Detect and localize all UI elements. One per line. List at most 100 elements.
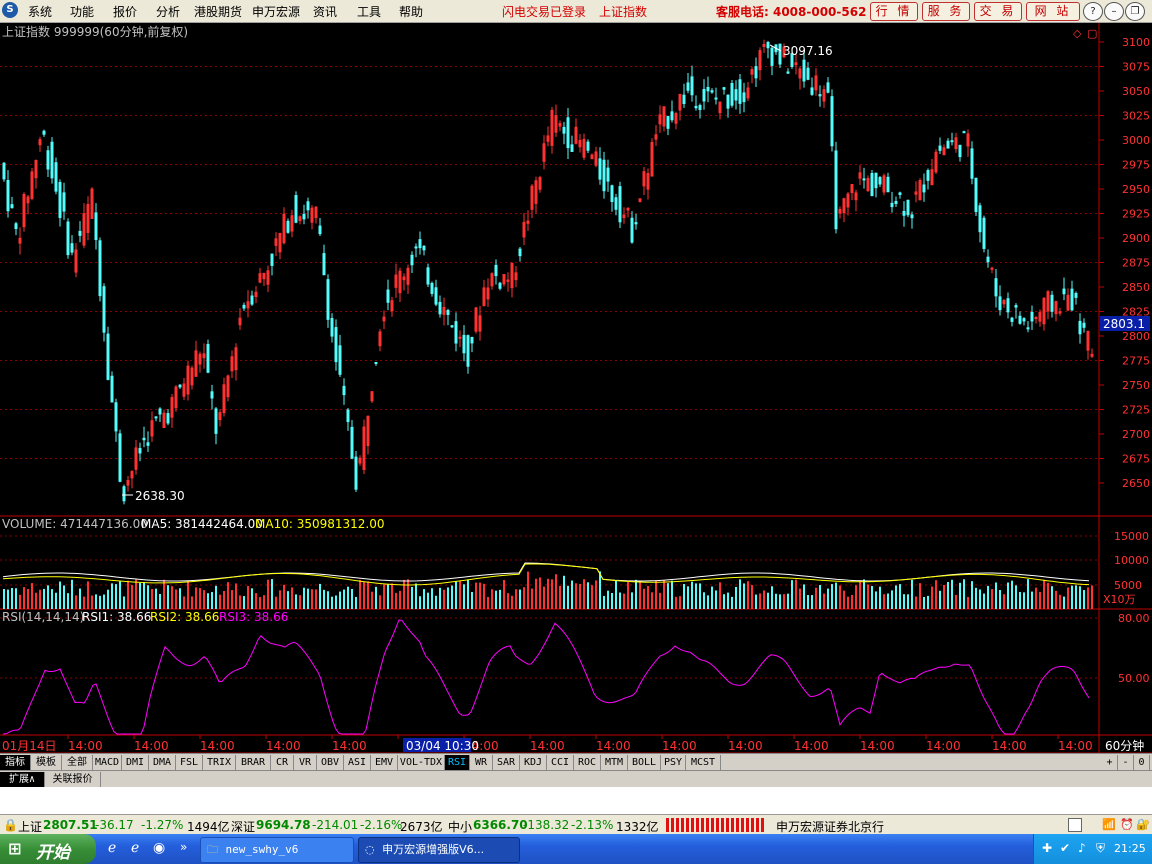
service-button[interactable]: 服 务 [922, 2, 970, 21]
tab-macd[interactable]: MACD [93, 755, 122, 770]
quotes-button[interactable]: 行 情 [870, 2, 918, 21]
menu-hk-futures[interactable]: 港股期货 [194, 3, 242, 20]
candle-body [122, 486, 126, 502]
menu-quote[interactable]: 报价 [113, 3, 137, 20]
candle-body [70, 243, 74, 253]
minimize-icon[interactable]: – [1104, 2, 1124, 21]
candle-body [570, 144, 574, 152]
restore-icon[interactable]: ❐ [1125, 2, 1145, 21]
candle-body [614, 197, 618, 210]
start-button[interactable]: ⊞ 开始 [0, 834, 96, 864]
candle-body [1050, 294, 1054, 312]
sh-value[interactable]: 2807.51 [43, 818, 98, 832]
help-circle-icon[interactable]: ? [1083, 2, 1103, 21]
task-trading-label: 申万宏源增强版V6... [382, 843, 485, 856]
browser-icon[interactable]: ◉ [153, 840, 165, 856]
candle-body [734, 89, 738, 101]
tab-vr[interactable]: VR [294, 755, 317, 770]
collapse-diamond-icon[interactable]: ◇ [1073, 27, 1082, 40]
tray-flag-icon[interactable]: ✚ [1042, 841, 1052, 855]
tab-cci[interactable]: CCI [547, 755, 574, 770]
index-link[interactable]: 上证指数 [599, 3, 647, 20]
candle-body [118, 433, 122, 482]
panel-toggle-icon[interactable] [1068, 818, 1082, 832]
lock-small-icon[interactable]: 🔐 [1136, 818, 1150, 831]
candle-body [974, 177, 978, 213]
period-label[interactable]: 60分钟 [1105, 738, 1144, 753]
candle-body [354, 456, 358, 490]
tab-wr[interactable]: WR [470, 755, 493, 770]
tab-dmi[interactable]: DMI [122, 755, 149, 770]
menu-analysis[interactable]: 分析 [156, 3, 180, 20]
menu-shenwan[interactable]: 申万宏源 [252, 3, 300, 20]
menu-news[interactable]: 资讯 [313, 3, 337, 20]
menu-function[interactable]: 功能 [70, 3, 94, 20]
trade-button[interactable]: 交 易 [974, 2, 1022, 21]
panel-control-2[interactable]: 0 [1134, 755, 1150, 770]
candle-body [898, 192, 902, 195]
extension-tabbar: 扩展∧ 关联报价 [0, 770, 1152, 788]
candle-body [342, 385, 346, 396]
tab-dma[interactable]: DMA [149, 755, 176, 770]
candle-body [62, 192, 66, 212]
tab-emv[interactable]: EMV [371, 755, 398, 770]
candle-body [610, 185, 614, 202]
ie2-icon[interactable]: ℯ [131, 840, 139, 856]
tab-obv[interactable]: OBV [317, 755, 344, 770]
tab-vol-tdx[interactable]: VOL-TDX [398, 755, 445, 770]
stock-chart[interactable]: 3100 3075 3050 3025 3000 2975 2950 2925 2900 2875… [0, 23, 1152, 753]
menu-help[interactable]: 帮助 [399, 3, 423, 20]
task-folder[interactable]: 🗀 new_swhy_v6 [200, 837, 354, 863]
tab-kdj[interactable]: KDJ [520, 755, 547, 770]
menu-tools[interactable]: 工具 [357, 3, 381, 20]
tab-全部[interactable]: 全部 [62, 755, 93, 770]
tab-psy[interactable]: PSY [661, 755, 686, 770]
tab-指标[interactable]: 指标 [0, 755, 31, 770]
login-status-link[interactable]: 闪电交易已登录 [502, 3, 586, 20]
candle-body [318, 225, 322, 235]
tab-trix[interactable]: TRIX [203, 755, 236, 770]
tab-roc[interactable]: ROC [574, 755, 601, 770]
tray-speaker-icon[interactable]: ♪ [1078, 841, 1086, 855]
tab-cr[interactable]: CR [271, 755, 294, 770]
tab-extend[interactable]: 扩展∧ [0, 772, 45, 787]
panel-control-1[interactable]: - [1118, 755, 1134, 770]
tab-模板[interactable]: 模板 [31, 755, 62, 770]
clock[interactable]: 21:25 [1114, 842, 1146, 855]
candle-body [766, 41, 770, 49]
menu-system[interactable]: 系统 [28, 3, 52, 20]
tab-fsl[interactable]: FSL [176, 755, 203, 770]
candle-body [958, 144, 962, 158]
date-tick-label: 14:00 [860, 739, 895, 753]
candle-body [334, 327, 338, 363]
alarm-icon[interactable]: ⏰ [1120, 818, 1134, 831]
price-axis: 3100 3075 3050 3025 3000 2975 2950 2925 2900 2875… [67, 36, 1150, 753]
panel-control-0[interactable]: + [1102, 755, 1118, 770]
ie-icon[interactable]: ℯ [108, 840, 116, 856]
task-trading-app[interactable]: ◌ 申万宏源增强版V6... [358, 837, 520, 863]
sz-value[interactable]: 9694.78 [256, 818, 311, 832]
tab-asi[interactable]: ASI [344, 755, 371, 770]
candle-body [970, 148, 974, 179]
zx-value[interactable]: 6366.70 [473, 818, 528, 832]
candle-body [742, 92, 746, 103]
tab-boll[interactable]: BOLL [628, 755, 661, 770]
tab-mtm[interactable]: MTM [601, 755, 628, 770]
indicator-lines [2, 44, 1090, 735]
chevron-icon[interactable]: » [180, 840, 187, 854]
tray-security-icon[interactable]: ⛨ [1096, 841, 1105, 856]
tab-rsi[interactable]: RSI [445, 755, 470, 770]
tab-mcst[interactable]: MCST [686, 755, 721, 770]
tray-network-icon[interactable]: ✔ [1060, 841, 1070, 855]
volume-ma5-label: MA5: 381442464.00 [141, 517, 263, 531]
website-button[interactable]: 网 站 [1026, 2, 1080, 21]
tab-brar[interactable]: BRAR [236, 755, 271, 770]
candle-body [418, 239, 422, 249]
candle-body [670, 111, 674, 121]
candle-body [414, 246, 418, 249]
tab-sar[interactable]: SAR [493, 755, 520, 770]
maximize-panel-icon[interactable]: ▢ [1087, 27, 1097, 40]
volume-tick-label: 10000 [1114, 554, 1149, 567]
rsi3-label: RSI3: 38.66 [219, 610, 288, 624]
tab-related-quotes[interactable]: 关联报价 [45, 772, 101, 787]
